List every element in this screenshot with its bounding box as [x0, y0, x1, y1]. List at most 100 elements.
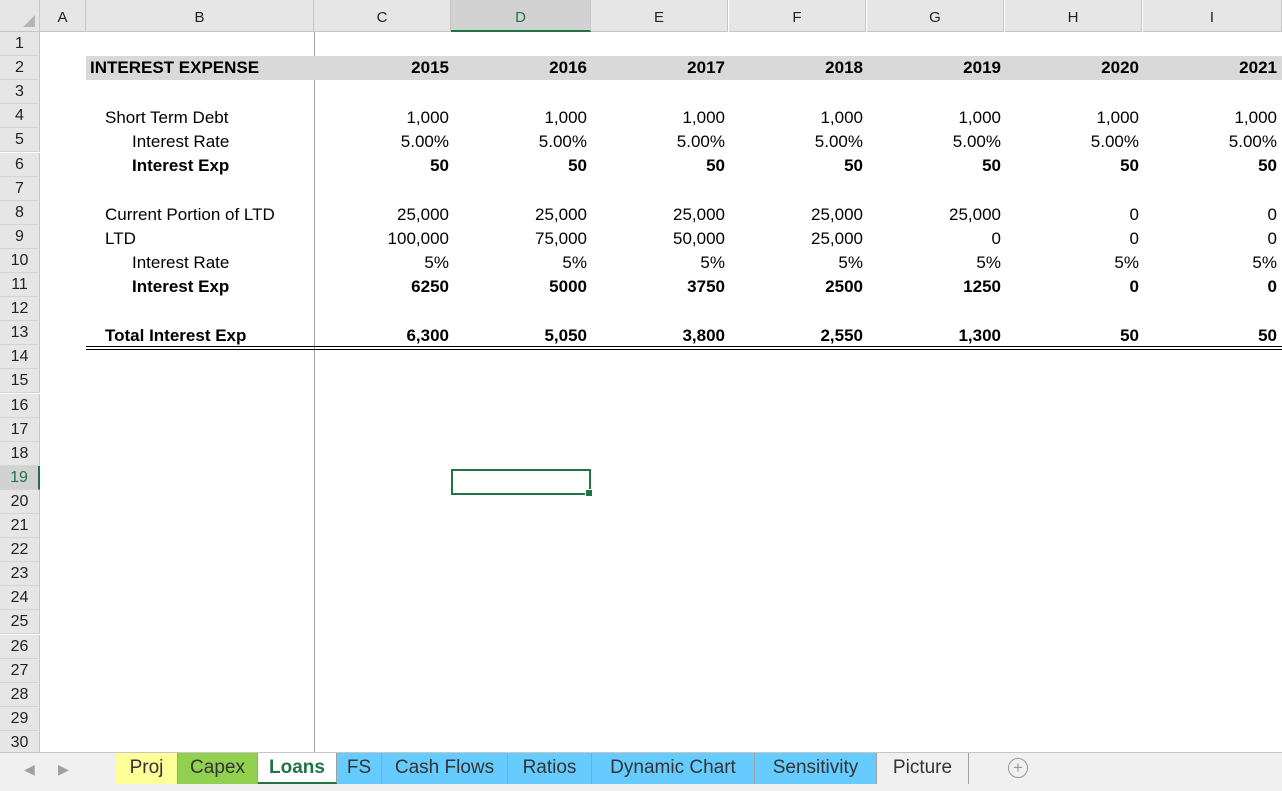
row-header-13[interactable]: 13 — [0, 321, 40, 346]
st-debt-cell-4[interactable]: 1,000 — [729, 106, 863, 130]
current-ltd-cell-5[interactable]: 25,000 — [867, 203, 1001, 227]
add-sheet-icon[interactable]: + — [1008, 758, 1028, 778]
current-ltd-label[interactable]: Current Portion of LTD — [105, 203, 275, 227]
current-ltd-cell-1[interactable]: 25,000 — [315, 203, 449, 227]
total-cell-3[interactable]: 3,800 — [591, 324, 725, 348]
ltd-cell-6[interactable]: 0 — [1005, 227, 1139, 251]
scroll-tabs-right-icon[interactable]: ▶ — [58, 761, 69, 778]
row-header-6[interactable]: 6 — [0, 152, 40, 177]
row-header-7[interactable]: 7 — [0, 176, 40, 201]
tab-dynamic-chart[interactable]: Dynamic Chart — [592, 753, 755, 784]
row-header-9[interactable]: 9 — [0, 224, 40, 249]
row-header-22[interactable]: 22 — [0, 538, 40, 563]
total-cell-2[interactable]: 5,050 — [453, 324, 587, 348]
row-header-20[interactable]: 20 — [0, 489, 40, 514]
row-header-17[interactable]: 17 — [0, 417, 40, 442]
lt-exp-cell-4[interactable]: 2500 — [729, 275, 863, 299]
year-cell-1[interactable]: 2015 — [315, 56, 449, 80]
row-header-23[interactable]: 23 — [0, 562, 40, 587]
row-header-2[interactable]: 2 — [0, 56, 40, 81]
st-debt-cell-2[interactable]: 1,000 — [453, 106, 587, 130]
st-rate-cell-1[interactable]: 5.00% — [315, 130, 449, 154]
fill-handle[interactable] — [585, 489, 593, 497]
tab-sensitivity[interactable]: Sensitivity — [755, 753, 877, 784]
st-rate-cell-4[interactable]: 5.00% — [729, 130, 863, 154]
st-debt-cell-3[interactable]: 1,000 — [591, 106, 725, 130]
row-header-10[interactable]: 10 — [0, 248, 40, 273]
tab-proj[interactable]: Proj — [116, 753, 178, 784]
st-exp-cell-5[interactable]: 50 — [867, 154, 1001, 178]
lt-interest-rate-label[interactable]: Interest Rate — [132, 251, 229, 275]
lt-interest-exp-label[interactable]: Interest Exp — [132, 275, 229, 299]
tab-loans[interactable]: Loans — [258, 753, 337, 784]
st-exp-cell-3[interactable]: 50 — [591, 154, 725, 178]
selected-cell-d19[interactable] — [451, 469, 593, 497]
ltd-cell-5[interactable]: 0 — [867, 227, 1001, 251]
ltd-cell-3[interactable]: 50,000 — [591, 227, 725, 251]
row-header-19[interactable]: 19 — [0, 465, 40, 490]
st-debt-cell-6[interactable]: 1,000 — [1005, 106, 1139, 130]
column-header-f[interactable]: F — [729, 0, 866, 32]
ltd-cell-7[interactable]: 0 — [1143, 227, 1277, 251]
year-cell-7[interactable]: 2021 — [1143, 56, 1277, 80]
total-cell-4[interactable]: 2,550 — [729, 324, 863, 348]
st-interest-exp-label[interactable]: Interest Exp — [132, 154, 229, 178]
column-header-i[interactable]: I — [1143, 0, 1282, 32]
lt-exp-cell-5[interactable]: 1250 — [867, 275, 1001, 299]
ltd-cell-4[interactable]: 25,000 — [729, 227, 863, 251]
short-term-debt-label[interactable]: Short Term Debt — [105, 106, 228, 130]
current-ltd-cell-4[interactable]: 25,000 — [729, 203, 863, 227]
st-exp-cell-1[interactable]: 50 — [315, 154, 449, 178]
lt-exp-cell-2[interactable]: 5000 — [453, 275, 587, 299]
row-header-8[interactable]: 8 — [0, 200, 40, 225]
lt-rate-cell-6[interactable]: 5% — [1005, 251, 1139, 275]
current-ltd-cell-7[interactable]: 0 — [1143, 203, 1277, 227]
worksheet-grid[interactable]: ABCDEFGHI 1 2 3 4 5 6 7 8 9 10 11 12 13 14 15 16 17 18 19 2… — [0, 0, 1282, 752]
row-header-3[interactable]: 3 — [0, 80, 40, 105]
lt-rate-cell-2[interactable]: 5% — [453, 251, 587, 275]
ltd-label[interactable]: LTD — [105, 227, 136, 251]
total-cell-5[interactable]: 1,300 — [867, 324, 1001, 348]
lt-exp-cell-1[interactable]: 6250 — [315, 275, 449, 299]
total-cell-1[interactable]: 6,300 — [315, 324, 449, 348]
st-rate-cell-6[interactable]: 5.00% — [1005, 130, 1139, 154]
tab-ratios[interactable]: Ratios — [508, 753, 592, 784]
st-exp-cell-4[interactable]: 50 — [729, 154, 863, 178]
row-header-12[interactable]: 12 — [0, 297, 40, 322]
tab-cash-flows[interactable]: Cash Flows — [382, 753, 508, 784]
row-header-11[interactable]: 11 — [0, 273, 40, 297]
st-rate-cell-5[interactable]: 5.00% — [867, 130, 1001, 154]
row-header-1[interactable]: 1 — [0, 32, 40, 56]
total-interest-label[interactable]: Total Interest Exp — [105, 324, 246, 348]
row-header-29[interactable]: 29 — [0, 706, 40, 731]
year-cell-6[interactable]: 2020 — [1005, 56, 1139, 80]
row-header-25[interactable]: 25 — [0, 610, 40, 635]
st-exp-cell-7[interactable]: 50 — [1143, 154, 1277, 178]
row-header-28[interactable]: 28 — [0, 682, 40, 707]
column-header-a[interactable]: A — [40, 0, 86, 32]
lt-rate-cell-1[interactable]: 5% — [315, 251, 449, 275]
year-cell-5[interactable]: 2019 — [867, 56, 1001, 80]
row-header-15[interactable]: 15 — [0, 369, 40, 394]
row-header-24[interactable]: 24 — [0, 586, 40, 611]
tab-capex[interactable]: Capex — [178, 753, 258, 784]
row-header-21[interactable]: 21 — [0, 514, 40, 538]
st-debt-cell-5[interactable]: 1,000 — [867, 106, 1001, 130]
total-cell-6[interactable]: 50 — [1005, 324, 1139, 348]
lt-rate-cell-5[interactable]: 5% — [867, 251, 1001, 275]
st-rate-cell-3[interactable]: 5.00% — [591, 130, 725, 154]
current-ltd-cell-2[interactable]: 25,000 — [453, 203, 587, 227]
st-rate-cell-2[interactable]: 5.00% — [453, 130, 587, 154]
st-debt-cell-1[interactable]: 1,000 — [315, 106, 449, 130]
ltd-cell-1[interactable]: 100,000 — [315, 227, 449, 251]
st-rate-cell-7[interactable]: 5.00% — [1143, 130, 1277, 154]
year-cell-4[interactable]: 2018 — [729, 56, 863, 80]
lt-rate-cell-7[interactable]: 5% — [1143, 251, 1277, 275]
select-all-button[interactable] — [0, 0, 40, 32]
row-header-5[interactable]: 5 — [0, 128, 40, 153]
st-debt-cell-7[interactable]: 1,000 — [1143, 106, 1277, 130]
year-cell-2[interactable]: 2016 — [453, 56, 587, 80]
row-header-14[interactable]: 14 — [0, 345, 40, 370]
lt-exp-cell-3[interactable]: 3750 — [591, 275, 725, 299]
row-header-18[interactable]: 18 — [0, 441, 40, 466]
